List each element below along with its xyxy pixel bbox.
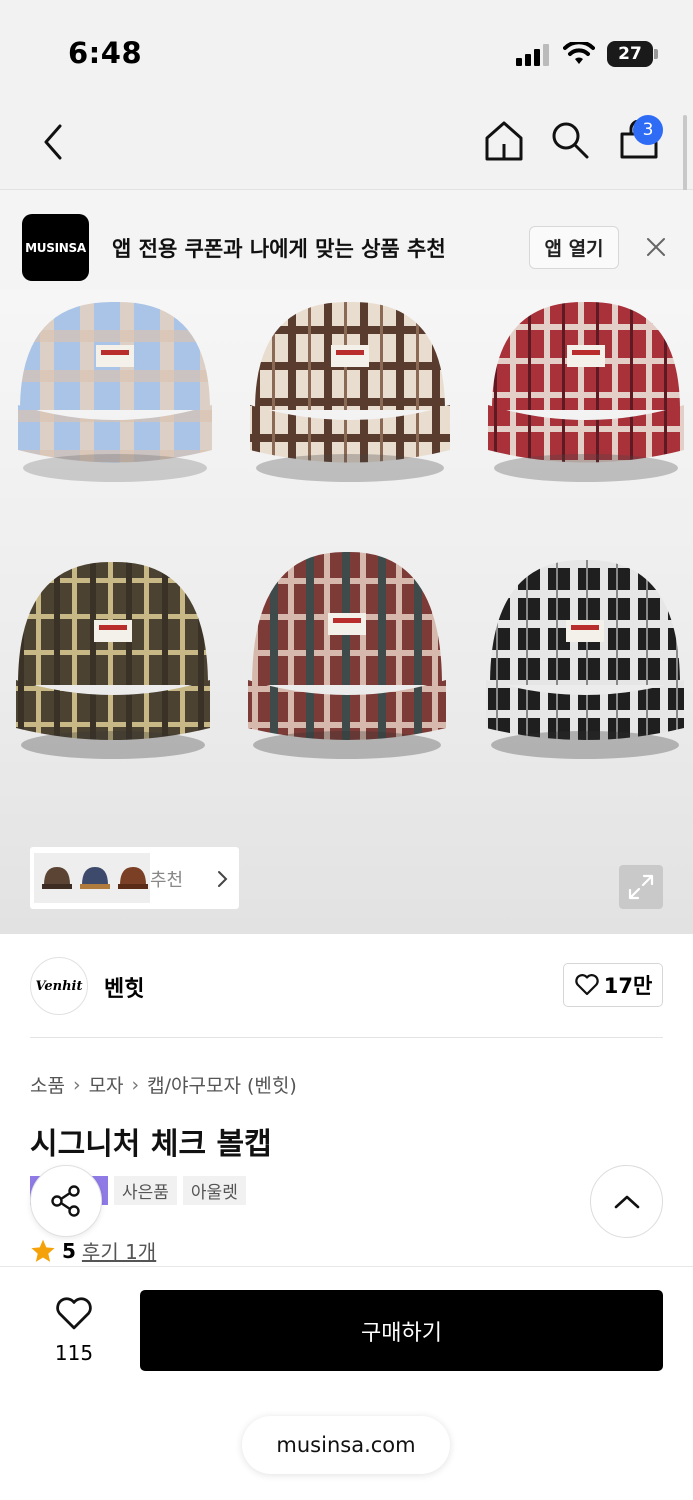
related-label: 추천 bbox=[150, 870, 184, 891]
product-image[interactable] bbox=[0, 290, 693, 934]
close-icon[interactable] bbox=[643, 234, 669, 260]
cap-black-check bbox=[486, 559, 684, 759]
battery-cap bbox=[654, 49, 658, 59]
signal-icon bbox=[516, 44, 549, 66]
back-icon[interactable] bbox=[38, 122, 68, 162]
banner-text: 앱 전용 쿠폰과 나에게 맞는 상품 추천 bbox=[112, 237, 446, 261]
divider bbox=[30, 1037, 663, 1038]
product-title: 시그니처 체크 볼캡 bbox=[30, 1127, 272, 1162]
cap-brick-check bbox=[248, 551, 446, 759]
product-photo-caps bbox=[16, 301, 684, 759]
rating-score: 5 bbox=[62, 1238, 76, 1263]
status-time: 6:48 bbox=[68, 36, 143, 70]
share-button[interactable] bbox=[30, 1165, 102, 1237]
musinsa-logo: MUSINSA bbox=[22, 214, 89, 281]
url-bar[interactable]: musinsa.com bbox=[242, 1416, 450, 1474]
battery-level: 27 bbox=[618, 44, 642, 64]
open-app-button[interactable]: 앱 열기 bbox=[529, 226, 619, 269]
expand-image-button[interactable] bbox=[619, 865, 663, 909]
chevron-right-icon: › bbox=[131, 1073, 140, 1096]
wish-button[interactable]: 115 bbox=[40, 1295, 108, 1365]
nav-bar: 3 bbox=[0, 100, 693, 190]
cap-blue-check bbox=[18, 301, 212, 482]
tag-outlet: 아울렛 bbox=[182, 1176, 246, 1205]
breadcrumb-item[interactable]: 소품 bbox=[30, 1071, 65, 1098]
brand-logo[interactable]: Venhit bbox=[30, 957, 88, 1015]
search-icon[interactable] bbox=[550, 120, 590, 160]
expand-icon bbox=[628, 874, 654, 900]
battery-icon: 27 bbox=[607, 41, 653, 67]
rating: 5 후기 1개 bbox=[30, 1236, 156, 1265]
cart-count-badge: 3 bbox=[633, 115, 663, 145]
wish-count: 115 bbox=[54, 1341, 94, 1365]
chevron-right-icon bbox=[218, 871, 228, 887]
scroll-top-button[interactable] bbox=[590, 1165, 663, 1238]
related-thumbnails bbox=[34, 853, 150, 903]
status-bar: 6:48 27 bbox=[0, 0, 693, 100]
chevron-up-icon bbox=[614, 1195, 639, 1208]
tag-gift: 사은품 bbox=[114, 1176, 177, 1205]
breadcrumb: 소품 › 모자 › 캡/야구모자 (벤힛) bbox=[30, 1071, 297, 1098]
wifi-icon bbox=[563, 42, 595, 64]
related-caps-image bbox=[42, 867, 148, 889]
breadcrumb-item[interactable]: 모자 bbox=[89, 1071, 124, 1098]
star-icon bbox=[31, 1239, 55, 1262]
reviews-link[interactable]: 후기 1개 bbox=[82, 1236, 156, 1265]
buy-button[interactable]: 구매하기 bbox=[140, 1290, 663, 1371]
brand-like-button[interactable]: 17만 bbox=[563, 963, 663, 1007]
heart-icon bbox=[56, 1297, 92, 1330]
brand-like-count: 17만 bbox=[603, 974, 653, 998]
cap-red-check bbox=[488, 301, 684, 482]
cap-beige-check bbox=[250, 301, 450, 482]
brand-row[interactable]: Venhit 벤힛 17만 bbox=[0, 934, 693, 1039]
cap-olive-check bbox=[16, 561, 210, 759]
heart-icon bbox=[574, 974, 599, 996]
share-icon bbox=[51, 1185, 80, 1217]
app-banner: MUSINSA 앱 전용 쿠폰과 나에게 맞는 상품 추천 앱 열기 bbox=[0, 190, 693, 290]
brand-name[interactable]: 벤힛 bbox=[104, 971, 144, 1003]
bottom-bar: 115 구매하기 musinsa.com bbox=[0, 1266, 693, 1500]
related-products-chip[interactable]: 추천 bbox=[30, 847, 239, 909]
home-icon[interactable] bbox=[484, 120, 524, 162]
chevron-right-icon: › bbox=[72, 1073, 81, 1096]
breadcrumb-item[interactable]: 캡/야구모자 (벤힛) bbox=[147, 1071, 297, 1098]
